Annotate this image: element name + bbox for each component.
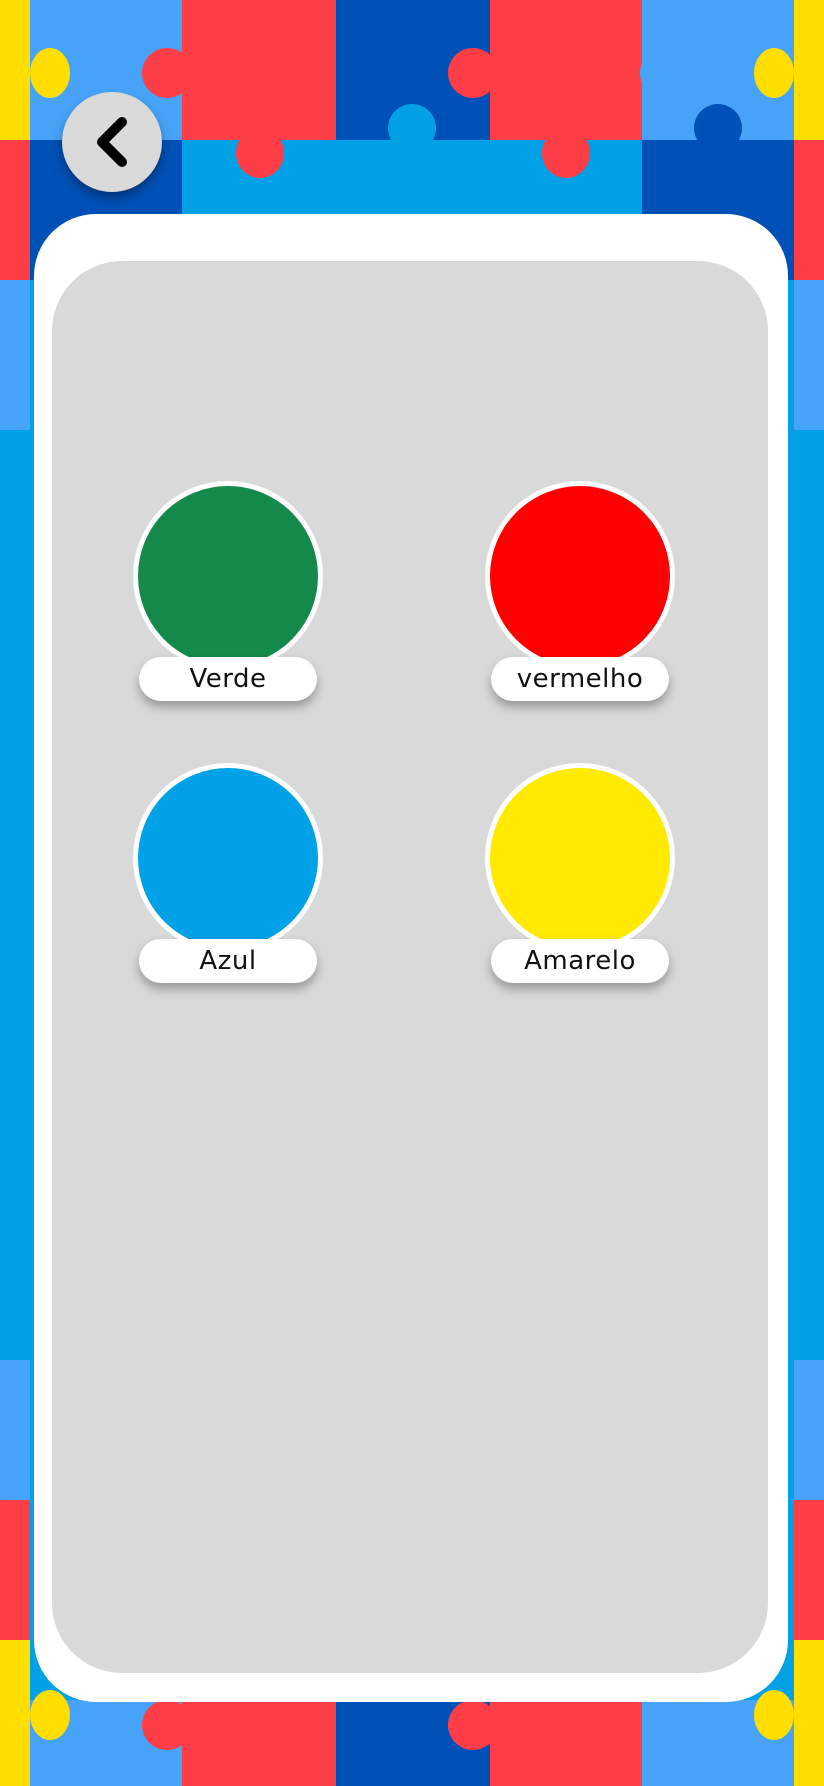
color-swatch bbox=[133, 763, 323, 953]
color-swatch bbox=[133, 481, 323, 671]
chevron-left-icon bbox=[97, 117, 127, 167]
content-card: Verde vermelho Azul Amarelo bbox=[34, 214, 788, 1702]
color-swatch bbox=[485, 481, 675, 671]
color-swatch bbox=[485, 763, 675, 953]
color-label: Azul bbox=[139, 939, 317, 983]
color-label: Verde bbox=[139, 657, 317, 701]
back-button[interactable] bbox=[62, 92, 162, 192]
color-option-verde[interactable]: Verde bbox=[131, 481, 331, 711]
color-option-amarelo[interactable]: Amarelo bbox=[483, 763, 683, 993]
color-option-vermelho[interactable]: vermelho bbox=[483, 481, 683, 711]
colors-panel: Verde vermelho Azul Amarelo bbox=[52, 261, 768, 1673]
color-label: vermelho bbox=[491, 657, 669, 701]
color-option-azul[interactable]: Azul bbox=[131, 763, 331, 993]
color-label: Amarelo bbox=[491, 939, 669, 983]
